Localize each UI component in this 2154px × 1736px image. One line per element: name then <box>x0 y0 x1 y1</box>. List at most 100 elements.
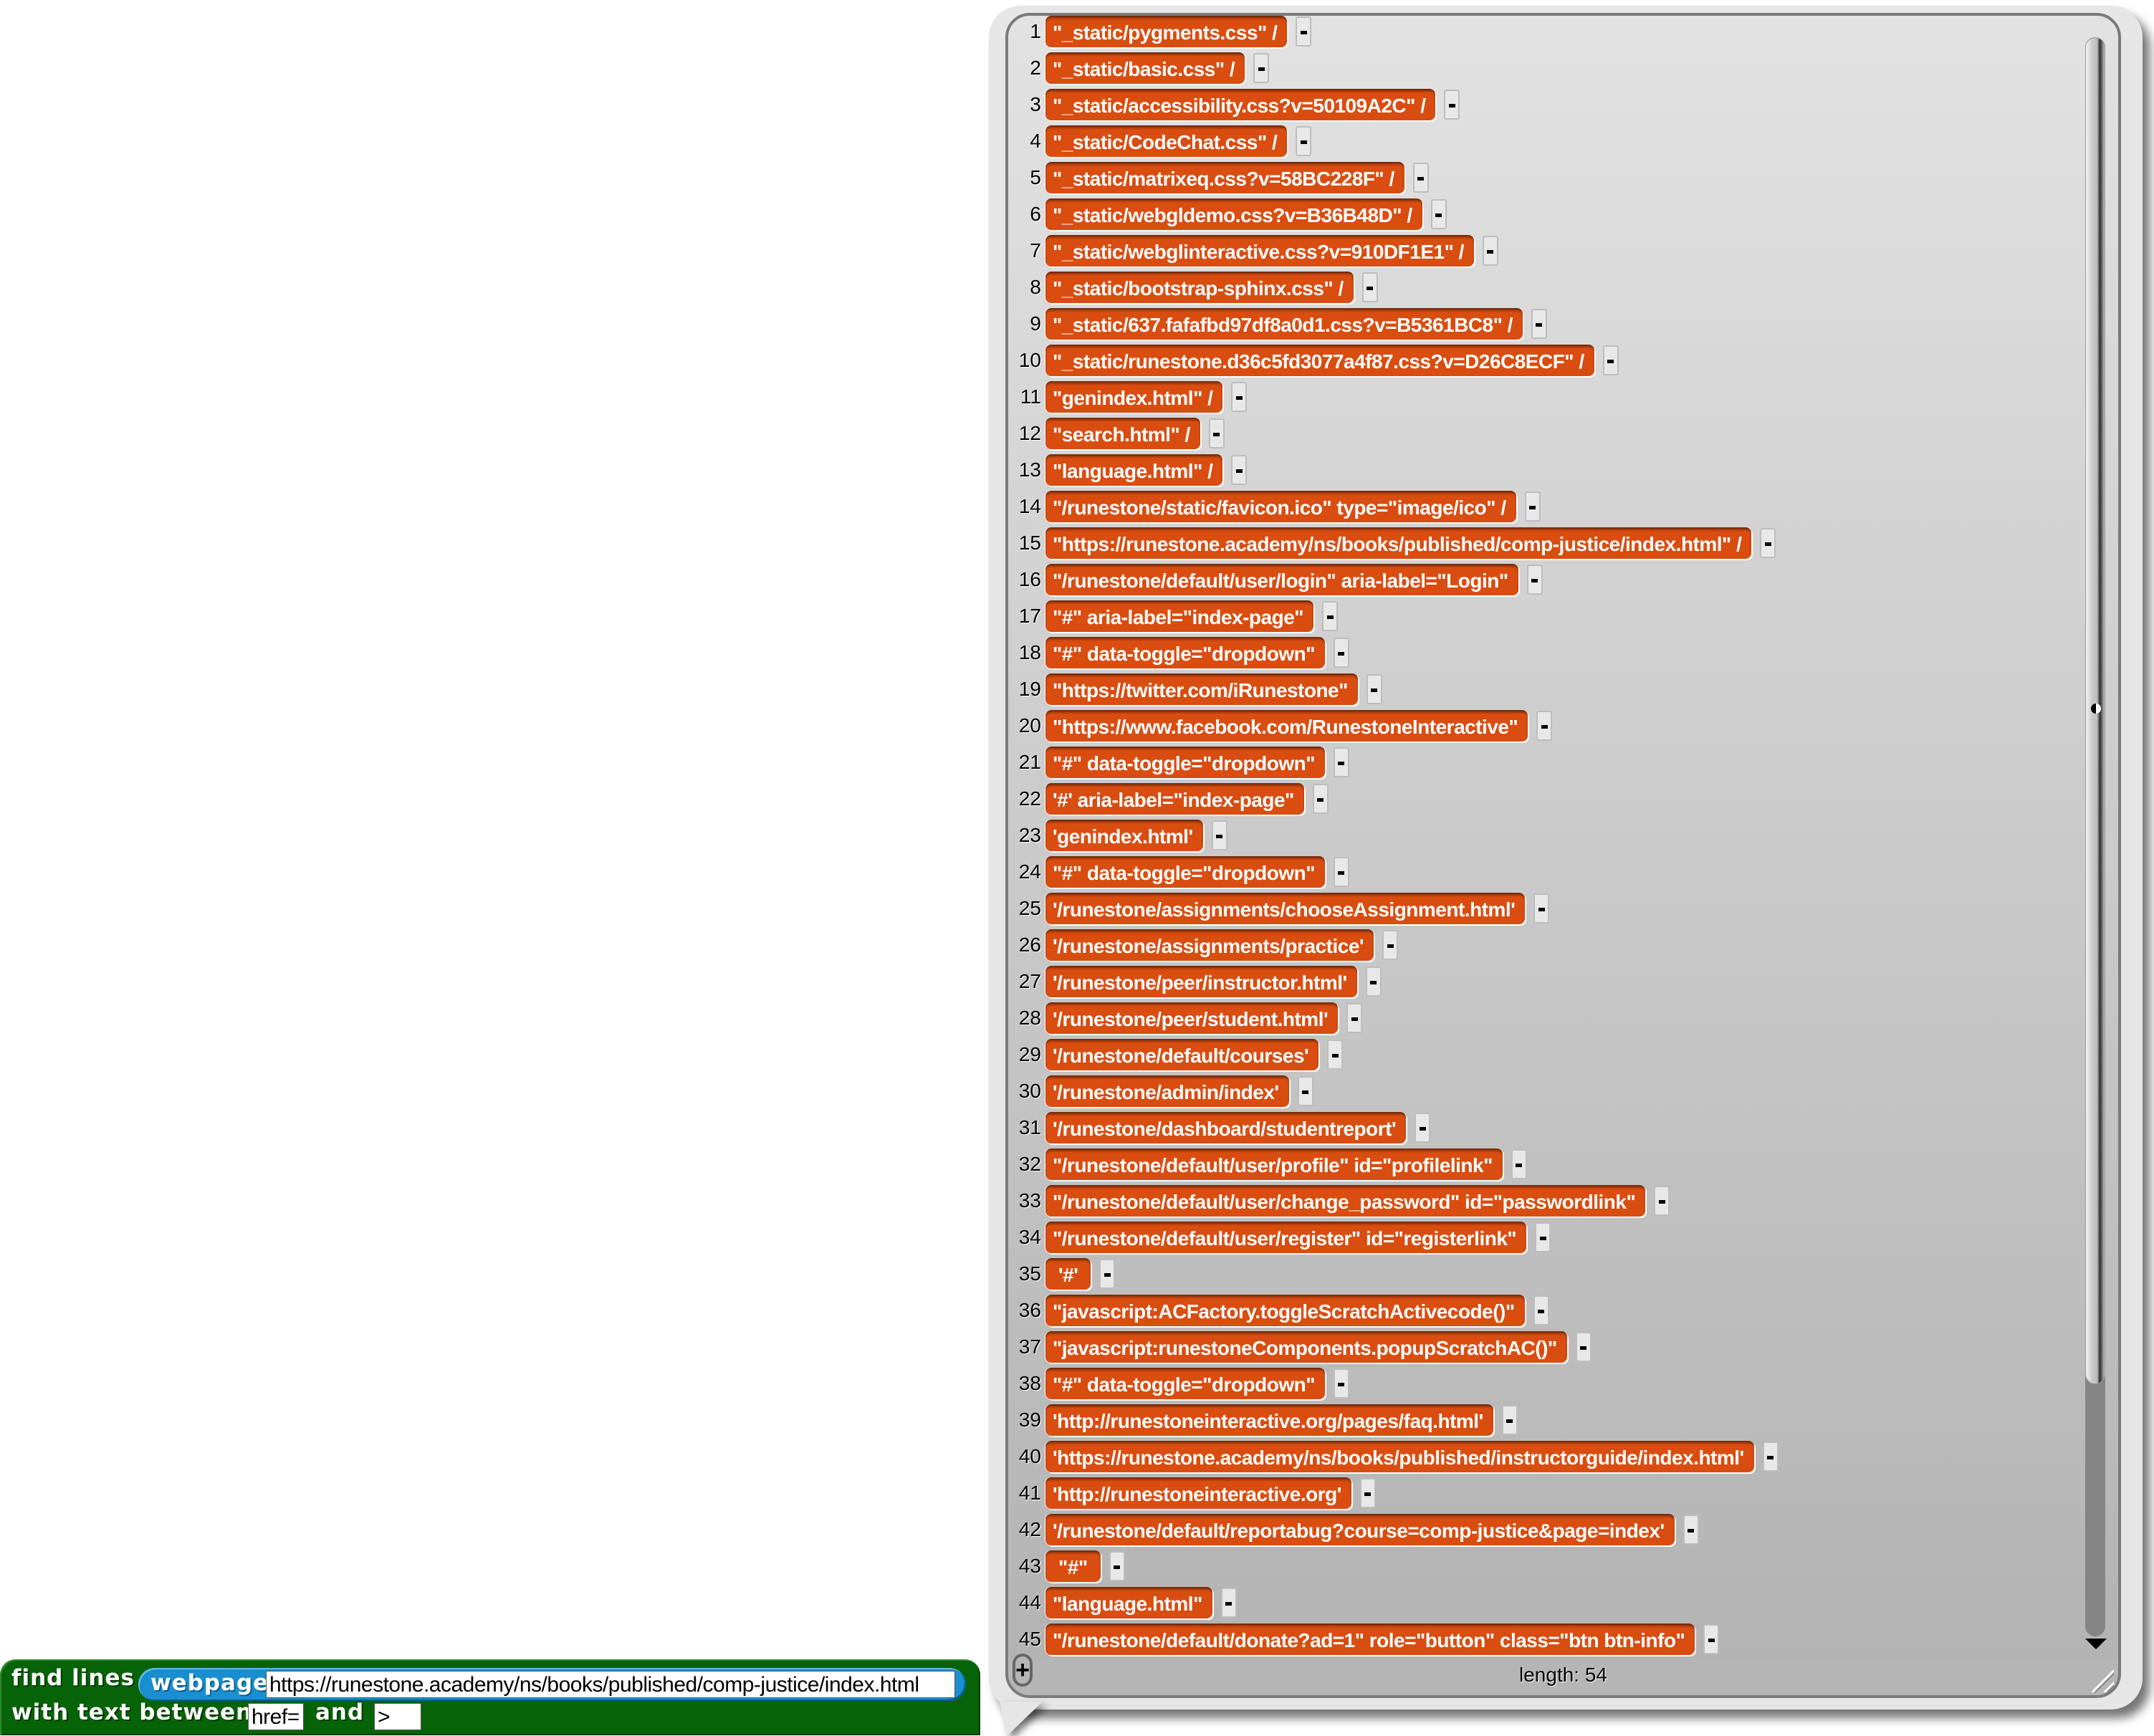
remove-item-button[interactable] <box>1312 783 1329 814</box>
remove-item-button[interactable] <box>1333 747 1349 777</box>
scroll-down-arrow-icon[interactable] <box>2085 1639 2107 1649</box>
list-item-value[interactable]: "_static/CodeChat.css" / <box>1045 125 1288 157</box>
list-item-value[interactable]: "_static/webgldemo.css?v=B36B48D" / <box>1045 198 1422 230</box>
start-delimiter-input[interactable]: href= <box>248 1703 304 1730</box>
list-item-value[interactable]: '/runestone/admin/index' <box>1045 1075 1289 1107</box>
list-item-value[interactable]: "#" data-toggle="dropdown" <box>1045 746 1325 778</box>
list-item-value[interactable]: "#" data-toggle="dropdown" <box>1045 855 1325 888</box>
remove-item-button[interactable] <box>1575 1331 1591 1362</box>
list-item-value[interactable]: "_static/matrixeq.css?v=58BC228F" / <box>1045 161 1404 193</box>
remove-item-button[interactable] <box>1526 564 1543 595</box>
remove-item-button[interactable] <box>1535 1222 1551 1252</box>
list-item-value[interactable]: "/runestone/default/user/register" id="r… <box>1045 1221 1527 1253</box>
list-item-value[interactable]: "https://www.facebook.com/RunestoneInter… <box>1045 709 1528 742</box>
remove-item-button[interactable] <box>1220 1587 1237 1618</box>
list-item-value[interactable]: "genindex.html" / <box>1045 380 1223 413</box>
list-item-value[interactable]: "_static/pygments.css" / <box>1045 16 1288 47</box>
list-item-value[interactable]: 'genindex.html' <box>1045 819 1203 851</box>
list-item-value[interactable]: '#' aria-label="index-page" <box>1045 782 1304 815</box>
remove-item-button[interactable] <box>1412 162 1429 193</box>
list-item-value[interactable]: "/runestone/static/favicon.ico" type="im… <box>1045 490 1516 522</box>
list-item-value[interactable]: "_static/runestone.d36c5fd3077a4f87.css?… <box>1045 344 1594 376</box>
list-item-value[interactable]: "https://runestone.academy/ns/books/publ… <box>1045 527 1752 559</box>
list-item-value[interactable]: '/runestone/default/reportabug?course=co… <box>1045 1513 1675 1545</box>
list-item-value[interactable]: "javascript:runestoneComponents.popupScr… <box>1045 1330 1567 1363</box>
remove-item-button[interactable] <box>1415 1112 1431 1143</box>
list-item-value[interactable]: '#' <box>1045 1257 1091 1290</box>
list-item-value[interactable]: "_static/webglinteractive.css?v=910DF1E1… <box>1045 234 1474 267</box>
list-item-value[interactable]: "language.html" <box>1045 1586 1212 1618</box>
remove-item-button[interactable] <box>1211 820 1227 850</box>
remove-item-button[interactable] <box>1208 418 1225 449</box>
remove-item-button[interactable] <box>1322 600 1339 631</box>
remove-item-button[interactable] <box>1602 345 1619 375</box>
list-item-value[interactable]: 'http://runestoneinteractive.org' <box>1045 1477 1351 1509</box>
list-item-value[interactable]: '/runestone/assignments/chooseAssignment… <box>1045 892 1526 924</box>
remove-item-button[interactable] <box>1482 235 1498 266</box>
remove-item-button[interactable] <box>1253 52 1270 83</box>
remove-item-button[interactable] <box>1524 491 1541 522</box>
remove-item-button[interactable] <box>1703 1624 1720 1654</box>
remove-item-button[interactable] <box>1327 1039 1344 1070</box>
remove-item-button[interactable] <box>1099 1258 1116 1289</box>
list-item-index: 18 <box>1018 641 1041 663</box>
list-item-value[interactable]: '/runestone/peer/student.html' <box>1045 1002 1339 1034</box>
remove-item-button[interactable] <box>1296 125 1312 156</box>
list-items[interactable]: 1 "_static/pygments.css" /2 "_static/basic… <box>1008 16 2067 1658</box>
list-item-index: 12 <box>1018 421 1041 444</box>
remove-item-button[interactable] <box>1760 527 1776 558</box>
remove-item-button[interactable] <box>1444 89 1460 120</box>
list-item-value[interactable]: "#" data-toggle="dropdown" <box>1045 1367 1325 1399</box>
list-item-value[interactable]: '/runestone/dashboard/studentreport' <box>1045 1111 1407 1143</box>
remove-item-button[interactable] <box>1682 1514 1699 1545</box>
remove-item-button[interactable] <box>1359 1477 1376 1508</box>
list-item-value[interactable]: "language.html" / <box>1045 454 1223 486</box>
remove-item-button[interactable] <box>1511 1148 1527 1179</box>
url-input[interactable]: https://runestone.academy/ns/books/publi… <box>266 1671 955 1698</box>
remove-item-button[interactable] <box>1231 454 1248 485</box>
remove-item-button[interactable] <box>1536 710 1553 741</box>
remove-item-button[interactable] <box>1366 673 1382 704</box>
list-item-value[interactable]: "_static/accessibility.css?v=50109A2C" / <box>1045 88 1436 120</box>
list-item-value[interactable]: "https://twitter.com/iRunestone" <box>1045 673 1358 705</box>
remove-item-button[interactable] <box>1533 893 1550 924</box>
remove-item-button[interactable] <box>1297 1075 1313 1106</box>
list-item-value[interactable]: "_static/637.fafafbd97df8a0d1.css?v=B536… <box>1045 307 1523 340</box>
remove-item-button[interactable] <box>1296 16 1312 47</box>
remove-item-button[interactable] <box>1333 856 1349 887</box>
list-item-value[interactable]: "#" aria-label="index-page" <box>1045 600 1314 632</box>
remove-item-button[interactable] <box>1654 1185 1670 1216</box>
list-item-value[interactable]: "_static/bootstrap-sphinx.css" / <box>1045 271 1354 303</box>
list-item: 38 "#" data-toggle="dropdown" <box>1008 1365 1349 1401</box>
list-item-value[interactable]: "javascript:ACFactory.toggleScratchActiv… <box>1045 1294 1525 1326</box>
list-item-value[interactable]: "#" <box>1045 1550 1101 1582</box>
remove-item-button[interactable] <box>1762 1441 1779 1472</box>
remove-item-button[interactable] <box>1533 1295 1549 1325</box>
list-item-value[interactable]: 'https://runestone.academy/ns/books/publ… <box>1045 1440 1754 1472</box>
end-delimiter-input[interactable]: > <box>374 1703 421 1730</box>
remove-item-button[interactable] <box>1501 1404 1518 1435</box>
list-item-value[interactable]: "#" data-toggle="dropdown" <box>1045 636 1325 668</box>
list-item-value[interactable]: '/runestone/assignments/practice' <box>1045 929 1374 961</box>
remove-item-button[interactable] <box>1365 966 1382 997</box>
list-item-value[interactable]: "_static/basic.css" / <box>1045 52 1245 84</box>
remove-item-button[interactable] <box>1382 929 1399 960</box>
remove-item-button[interactable] <box>1231 381 1248 412</box>
remove-item-button[interactable] <box>1109 1550 1125 1581</box>
remove-item-button[interactable] <box>1531 308 1547 339</box>
webpage-reporter[interactable]: webpage https://runestone.academy/ns/boo… <box>138 1668 966 1701</box>
remove-item-button[interactable] <box>1333 637 1349 668</box>
list-item-value[interactable]: "/runestone/default/user/login" aria-lab… <box>1045 563 1518 595</box>
remove-item-button[interactable] <box>1430 198 1447 229</box>
list-item-value[interactable]: "/runestone/default/user/change_password… <box>1045 1184 1646 1217</box>
list-item-value[interactable]: "/runestone/default/user/profile" id="pr… <box>1045 1148 1503 1180</box>
list-item-value[interactable]: '/runestone/default/courses' <box>1045 1038 1319 1070</box>
remove-item-button[interactable] <box>1346 1002 1363 1033</box>
remove-item-button[interactable] <box>1333 1368 1349 1399</box>
list-item-value[interactable]: "search.html" / <box>1045 417 1200 449</box>
remove-item-button[interactable] <box>1361 272 1378 302</box>
list-item-value[interactable]: 'http://runestoneinteractive.org/pages/f… <box>1045 1404 1493 1436</box>
list-item-value[interactable]: '/runestone/peer/instructor.html' <box>1045 965 1357 997</box>
scrollbar-handle-icon[interactable] <box>2091 704 2101 714</box>
list-item-value[interactable]: "/runestone/default/donate?ad=1" role="b… <box>1045 1623 1695 1655</box>
